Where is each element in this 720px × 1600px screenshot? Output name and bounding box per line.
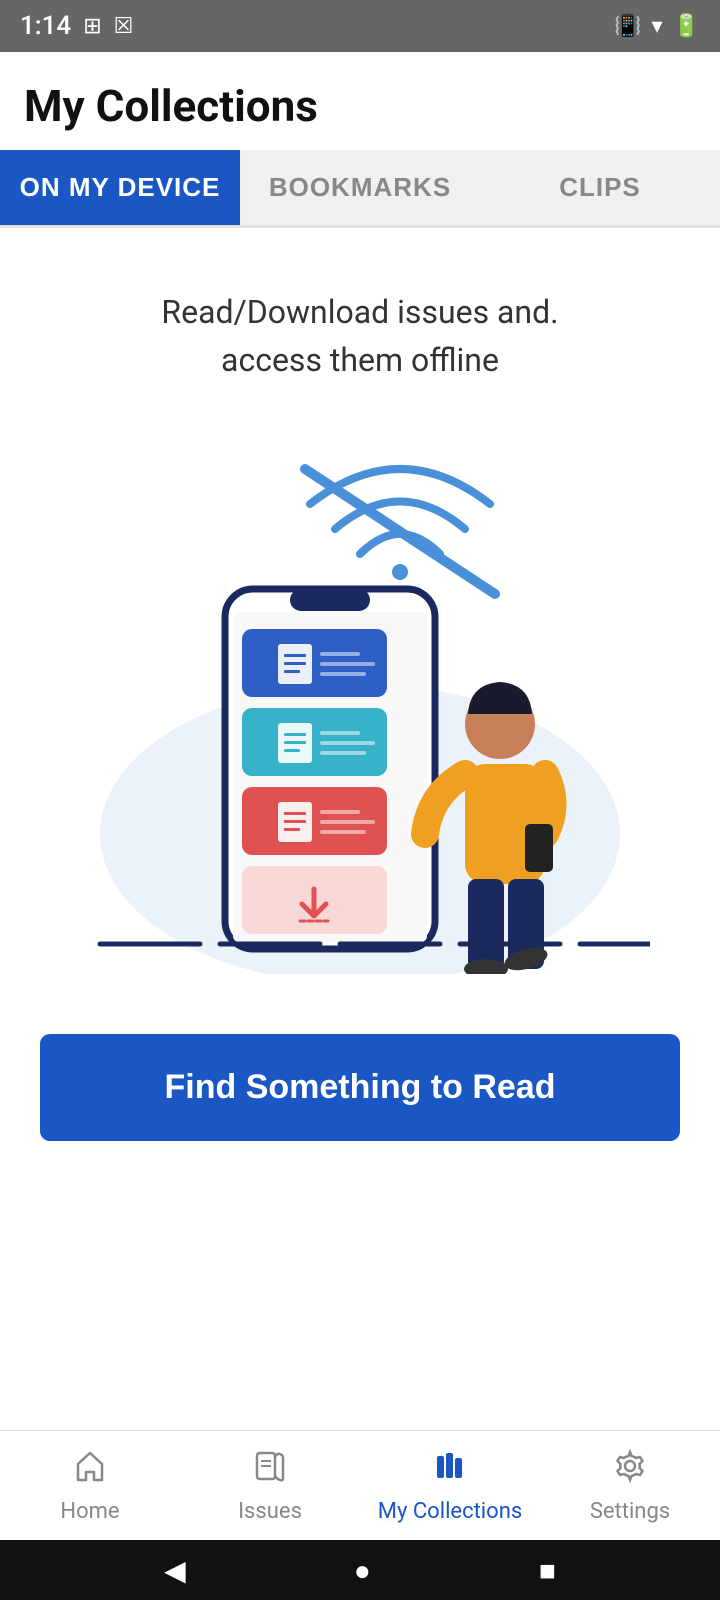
bottom-nav: Home Issues My Collections (0, 1430, 720, 1540)
book-icon (252, 1448, 288, 1493)
recents-button[interactable]: ■ (539, 1554, 556, 1587)
settings-icon (612, 1448, 648, 1493)
empty-state-text: Read/Download issues and. access them of… (161, 288, 558, 384)
battery-icon: 🔋 (673, 14, 700, 39)
wifi-icon: ▾ (652, 14, 663, 39)
nav-label-my-collections: My Collections (378, 1499, 522, 1524)
offline-illustration (70, 434, 650, 974)
time-display: 1:14 (20, 11, 71, 41)
nav-label-issues: Issues (238, 1499, 302, 1524)
nav-item-settings[interactable]: Settings (540, 1438, 720, 1524)
status-left: 1:14 ⊞ ☒ (20, 11, 133, 41)
tab-clips[interactable]: CLIPS (480, 150, 720, 225)
nav-item-issues[interactable]: Issues (180, 1438, 360, 1524)
nav-item-my-collections[interactable]: My Collections (360, 1438, 540, 1524)
find-something-to-read-button[interactable]: Find Something to Read (40, 1034, 680, 1141)
status-bar: 1:14 ⊞ ☒ 📳 ▾ 🔋 (0, 0, 720, 52)
header: My Collections (0, 52, 720, 132)
teams-icon: ⊞ (83, 14, 101, 39)
nav-item-home[interactable]: Home (0, 1438, 180, 1524)
collections-icon (432, 1448, 468, 1493)
vibrate-icon: 📳 (614, 14, 641, 39)
tabs-container: ON MY DEVICE BOOKMARKS CLIPS (0, 150, 720, 228)
tab-bookmarks[interactable]: BOOKMARKS (240, 150, 480, 225)
home-button[interactable]: ● (354, 1554, 371, 1587)
tab-on-my-device[interactable]: ON MY DEVICE (0, 150, 240, 225)
close-icon: ☒ (114, 14, 134, 39)
main-content: Read/Download issues and. access them of… (0, 228, 720, 1301)
nav-label-settings: Settings (590, 1499, 670, 1524)
home-icon (72, 1448, 108, 1493)
nav-label-home: Home (60, 1499, 119, 1524)
back-button[interactable]: ◀ (164, 1554, 186, 1587)
page-title: My Collections (24, 80, 696, 132)
android-system-bar: ◀ ● ■ (0, 1540, 720, 1600)
status-right: 📳 ▾ 🔋 (614, 14, 700, 39)
